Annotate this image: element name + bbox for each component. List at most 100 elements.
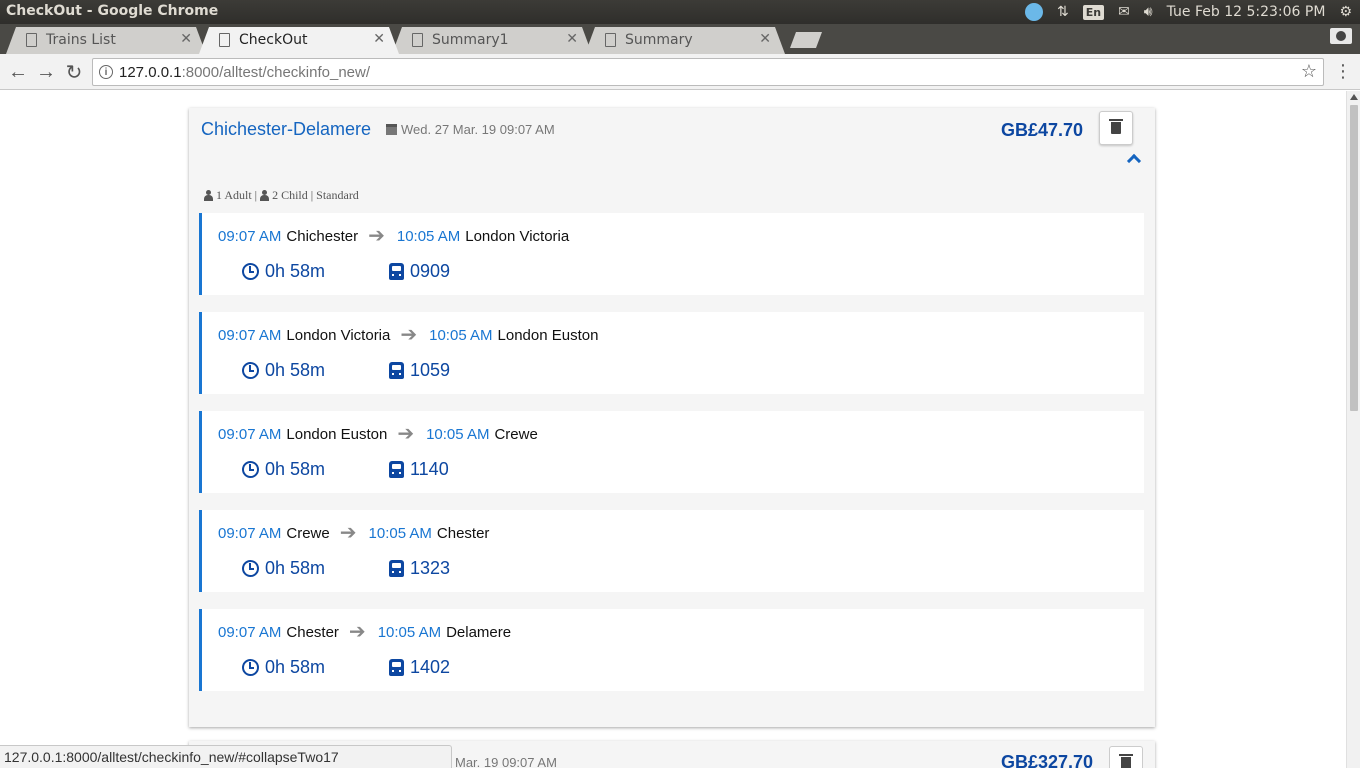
departure-station: London Euston	[286, 426, 388, 443]
arrival-station: Chester	[436, 525, 490, 542]
arrival-time: 10:05 AM	[396, 228, 461, 245]
tab-label: Trains List	[46, 32, 116, 48]
profile-icon	[1336, 31, 1346, 41]
close-icon[interactable]: ✕	[566, 31, 578, 47]
close-icon[interactable]: ✕	[373, 31, 385, 47]
mail-icon[interactable]: ✉	[1118, 4, 1130, 20]
profile-button[interactable]	[1330, 28, 1352, 44]
scroll-up-arrow-icon[interactable]	[1350, 94, 1358, 100]
new-tab-button[interactable]	[790, 32, 822, 48]
url-host: 127.0.0.1	[119, 64, 182, 81]
url-text[interactable]: 127.0.0.1:8000/alltest/checkinfo_new/	[119, 64, 370, 81]
close-icon[interactable]: ✕	[180, 31, 192, 47]
journey-leg: 09:07 AM London Victoria ➔ 10:05 AM Lond…	[199, 312, 1144, 394]
reload-button[interactable]: ↻	[62, 60, 86, 84]
route-title[interactable]: Chichester-Delamere	[201, 119, 371, 140]
train-icon	[389, 461, 404, 478]
vertical-scrollbar[interactable]	[1346, 91, 1360, 768]
arrival-station: London Euston	[497, 327, 599, 344]
arrow-right-icon: ➔	[397, 423, 415, 445]
volume-icon[interactable]: 🔊︎	[1144, 4, 1153, 20]
departure-time: 09:07 AM	[218, 525, 282, 542]
booking-date: Wed. 27 Mar. 19 09:07 AM	[386, 122, 555, 137]
clock-icon	[242, 659, 259, 676]
calendar-icon	[386, 124, 397, 135]
train-icon	[389, 560, 404, 577]
train-number: 0909	[389, 261, 450, 282]
page-content: Chichester-Delamere Wed. 27 Mar. 19 09:0…	[0, 91, 1346, 768]
tab-summary[interactable]: Summary ✕	[585, 27, 785, 54]
duration: 0h 58m	[242, 360, 389, 381]
clock-icon	[242, 560, 259, 577]
browser-toolbar: ← → ↻ i 127.0.0.1:8000/alltest/checkinfo…	[0, 54, 1360, 90]
tab-label: Summary	[625, 32, 693, 48]
booking-date-text: Mar. 19 09:07 AM	[455, 755, 557, 768]
arrow-right-icon: ➔	[368, 225, 385, 247]
child-icon	[260, 190, 270, 201]
train-number-text: 1059	[410, 360, 451, 380]
duration: 0h 58m	[242, 459, 389, 480]
clock-icon	[242, 461, 259, 478]
arrival-time: 10:05 AM	[368, 525, 432, 542]
document-icon	[26, 33, 37, 47]
status-bar-url: 127.0.0.1:8000/alltest/checkinfo_new/#co…	[0, 745, 452, 768]
info-icon[interactable]: i	[99, 65, 113, 79]
duration: 0h 58m	[242, 558, 389, 579]
train-number: 1323	[389, 558, 450, 579]
duration: 0h 58m	[242, 657, 389, 678]
leg-route: 09:07 AM Chester ➔ 10:05 AM Delamere	[218, 622, 511, 642]
close-icon[interactable]: ✕	[759, 31, 771, 47]
document-icon	[219, 33, 230, 47]
duration: 0h 58m	[242, 261, 389, 282]
chrome-menu-button[interactable]: ⋮	[1334, 62, 1352, 80]
os-top-bar: CheckOut - Google Chrome ⇅ En ✉ 🔊︎ Tue F…	[0, 0, 1360, 24]
departure-station: Chester	[286, 624, 339, 641]
arrival-time: 10:05 AM	[429, 327, 493, 344]
forward-button[interactable]: →	[34, 60, 58, 84]
departure-time: 09:07 AM	[218, 426, 282, 443]
clock-icon	[242, 362, 259, 379]
departure-station: Chichester	[286, 228, 359, 245]
train-icon	[389, 362, 404, 379]
arrival-time: 10:05 AM	[426, 426, 490, 443]
chevron-up-icon[interactable]	[1126, 153, 1142, 169]
arrow-right-icon: ➔	[339, 522, 357, 544]
leg-details: 0h 58m 1402	[242, 657, 450, 678]
leg-route: 09:07 AM London Victoria ➔ 10:05 AM Lond…	[218, 324, 599, 346]
address-bar[interactable]: i 127.0.0.1:8000/alltest/checkinfo_new/ …	[92, 58, 1324, 86]
arrival-station: Crewe	[494, 426, 538, 443]
delete-booking-button[interactable]	[1109, 746, 1143, 768]
delete-booking-button[interactable]	[1099, 111, 1133, 145]
keyboard-layout-indicator[interactable]: En	[1082, 4, 1105, 20]
back-button[interactable]: ←	[6, 60, 30, 84]
train-number: 1402	[389, 657, 450, 678]
trash-icon	[1109, 119, 1123, 134]
adult-icon	[204, 190, 213, 201]
leg-details: 0h 58m 1140	[242, 459, 449, 480]
booking-price: GB£327.70	[1001, 752, 1094, 768]
clock-text[interactable]: Tue Feb 12 5:23:06 PM	[1167, 4, 1326, 20]
leg-route: 09:07 AM Crewe ➔ 10:05 AM Chester	[218, 522, 490, 544]
journey-leg: 09:07 AM Chester ➔ 10:05 AM Delamere 0h …	[199, 609, 1144, 691]
tab-trains-list[interactable]: Trains List ✕	[6, 27, 206, 54]
window-title: CheckOut - Google Chrome	[6, 3, 219, 19]
bookmark-star-icon[interactable]: ☆	[1301, 61, 1317, 82]
train-number-text: 1140	[410, 459, 449, 479]
network-icon[interactable]: ⇅	[1057, 4, 1069, 20]
scrollbar-thumb[interactable]	[1350, 105, 1358, 411]
train-number: 1140	[389, 459, 449, 480]
tab-summary1[interactable]: Summary1 ✕	[392, 27, 592, 54]
tab-checkout[interactable]: CheckOut ✕	[199, 27, 399, 54]
arrow-right-icon: ➔	[400, 324, 418, 346]
train-icon	[389, 659, 404, 676]
url-path: :8000/alltest/checkinfo_new/	[181, 64, 371, 81]
tab-label: Summary1	[432, 32, 509, 48]
trash-icon	[1119, 754, 1133, 768]
train-number-text: 0909	[410, 261, 451, 281]
journey-leg: 09:07 AM Chichester ➔ 10:05 AM London Vi…	[199, 213, 1144, 295]
departure-time: 09:07 AM	[218, 624, 282, 641]
departure-station: London Victoria	[286, 327, 391, 344]
settings-gear-icon[interactable]: ⚙	[1339, 4, 1352, 20]
tab-strip: Trains List ✕ CheckOut ✕ Summary1 ✕ Summ…	[0, 24, 1360, 54]
skype-icon[interactable]	[1024, 3, 1043, 21]
